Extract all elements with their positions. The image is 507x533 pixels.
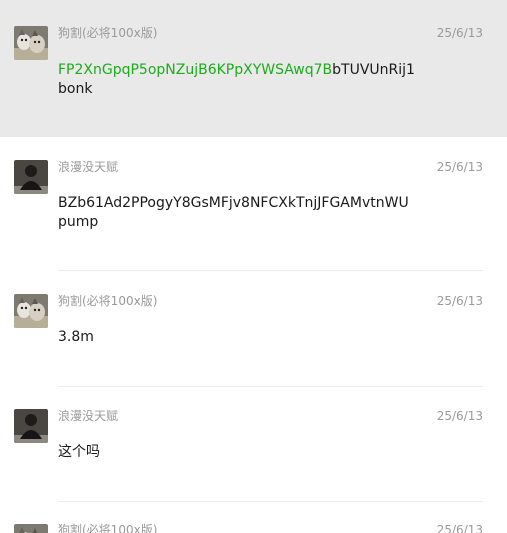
dog-avatar[interactable]: [14, 524, 48, 533]
message-text: 这个吗: [58, 444, 100, 460]
dog-avatar[interactable]: [14, 26, 48, 60]
message-text-line2: pump: [58, 214, 99, 230]
sender-name: 狗割(必将100x版): [58, 294, 158, 308]
message-time: 25/6/13: [436, 26, 483, 40]
message-text-line2: bonk: [58, 81, 93, 97]
highlighted-text: FP2XnGpqP5opNZujB6KPpXYWSAwq7B: [58, 62, 333, 78]
message-item[interactable]: 狗割(必将100x版) 25/6/13: [0, 502, 507, 533]
message-item[interactable]: 狗割(必将100x版) 25/6/13 3.8m: [0, 271, 507, 386]
message-text: BZb61Ad2PPogyY8GsMFjv8NFCXkTnjJFGAMvtnWU: [58, 195, 409, 211]
message-time: 25/6/13: [436, 160, 483, 174]
message-content[interactable]: 3.8m: [58, 328, 418, 347]
person-avatar[interactable]: [14, 160, 48, 194]
message-time: 25/6/13: [436, 294, 483, 308]
message-item[interactable]: 狗割(必将100x版) 25/6/13 FP2XnGpqP5opNZujB6KP…: [0, 0, 507, 137]
message-time: 25/6/13: [436, 523, 483, 533]
message-item[interactable]: 浪漫没天赋 25/6/13 这个吗: [0, 387, 507, 501]
message-time: 25/6/13: [436, 409, 483, 423]
chat-history-list: 狗割(必将100x版) 25/6/13 FP2XnGpqP5opNZujB6KP…: [0, 0, 507, 533]
message-content[interactable]: 这个吗: [58, 443, 418, 462]
sender-name: 浪漫没天赋: [58, 409, 119, 423]
sender-name: 狗割(必将100x版): [58, 26, 158, 40]
message-content[interactable]: BZb61Ad2PPogyY8GsMFjv8NFCXkTnjJFGAMvtnWU…: [58, 194, 418, 232]
sender-name: 狗割(必将100x版): [58, 523, 158, 533]
message-content[interactable]: FP2XnGpqP5opNZujB6KPpXYWSAwq7BbTUVUnRij1…: [58, 61, 418, 99]
message-item[interactable]: 浪漫没天赋 25/6/13 BZb61Ad2PPogyY8GsMFjv8NFCX…: [0, 137, 507, 271]
person-avatar[interactable]: [14, 409, 48, 443]
message-text: bTUVUnRij1: [332, 62, 415, 78]
sender-name: 浪漫没天赋: [58, 160, 119, 174]
dog-avatar[interactable]: [14, 294, 48, 328]
message-text: 3.8m: [58, 329, 94, 345]
